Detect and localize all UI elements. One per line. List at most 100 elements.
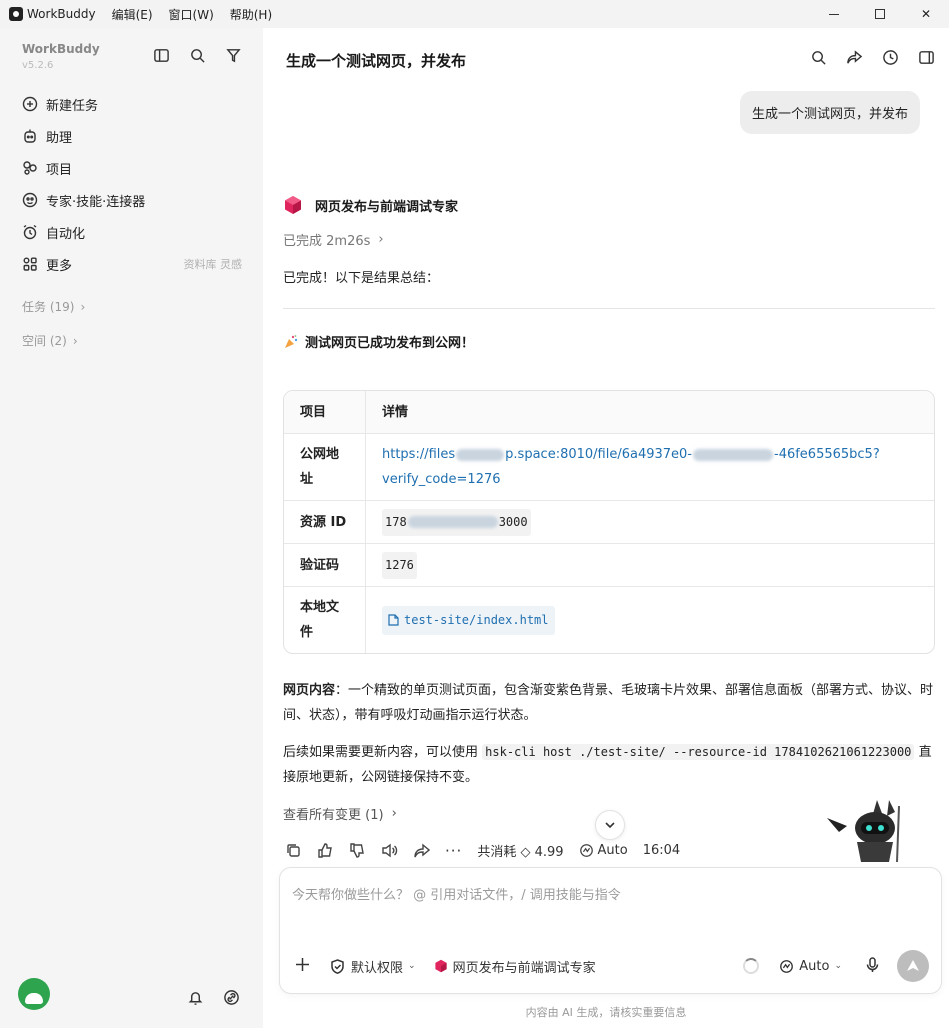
tasks-group[interactable]: 任务 (19) ›: [22, 298, 85, 315]
menu-help[interactable]: 帮助(H): [230, 6, 272, 23]
url-part: p.space:8010/file/6a4937e0-: [505, 447, 692, 462]
sidebar-item-label: 新建任务: [46, 98, 99, 114]
share-button[interactable]: [845, 48, 863, 66]
sidebar-item-label: 更多: [46, 258, 73, 274]
sidebar-item-automation[interactable]: 自动化: [22, 216, 242, 248]
link-button[interactable]: [222, 988, 240, 1006]
app-name: WorkBuddy: [27, 7, 96, 21]
party-popper-icon: [285, 334, 298, 348]
cli-command: hsk-cli host ./test-site/ --resource-id …: [482, 744, 915, 760]
scroll-to-bottom-button[interactable]: [595, 810, 625, 840]
success-heading: 测试网页已成功发布到公网！: [283, 332, 474, 351]
model-label: Auto: [597, 843, 628, 858]
sidebar-item-experts[interactable]: 专家·技能·连接器: [22, 184, 242, 216]
chevron-down-icon: ⌄: [408, 961, 416, 971]
panel-right-icon: [918, 50, 934, 64]
spaces-group[interactable]: 空间 (2) ›: [22, 332, 78, 349]
sidebar-item-projects[interactable]: 项目: [22, 152, 242, 184]
url-part: verify_code=1276: [382, 472, 501, 487]
title-bar: WorkBuddy 编辑(E) 窗口(W) 帮助(H) ✕: [0, 0, 949, 28]
maximize-button[interactable]: [857, 0, 903, 28]
history-button[interactable]: [881, 48, 899, 66]
loading-spinner-icon: [743, 958, 760, 974]
sidebar: WorkBuddy v5.2.6 新建任务 助理 项目 专家·技能·连接器 自动…: [0, 28, 263, 1028]
redacted-blur: [693, 448, 773, 461]
content-label: 网页内容: [283, 683, 336, 698]
avatar[interactable]: [18, 978, 50, 1010]
sidebar-item-assistant[interactable]: 助理: [22, 120, 242, 152]
view-changes-link[interactable]: 查看所有变更 (1) ›: [283, 804, 397, 823]
chevron-right-icon: ›: [80, 299, 86, 314]
permission-dropdown[interactable]: 默认权限 ⌄: [329, 957, 416, 976]
agent-header: 网页发布与前端调试专家: [283, 195, 458, 215]
app-logo-icon: [9, 7, 23, 21]
filter-button[interactable]: [224, 46, 242, 64]
search-conversation-button[interactable]: [809, 48, 827, 66]
menu-edit[interactable]: 编辑(E): [112, 6, 153, 23]
table-key: 资源 ID: [284, 501, 366, 543]
close-window-button[interactable]: ✕: [903, 0, 949, 28]
local-file-link[interactable]: test-site/index.html: [382, 605, 555, 635]
share-icon[interactable]: [413, 842, 430, 859]
model-dropdown-label: Auto: [799, 958, 830, 974]
main-panel: 生成一个测试网页，并发布 生成一个测试网页，并发布 网页发布与前端调试专家 已完…: [263, 28, 949, 1028]
minimize-button[interactable]: [811, 0, 857, 28]
sidebar-item-new-task[interactable]: 新建任务: [22, 88, 242, 120]
message-actions: ··· 共消耗 ◇ 4.99 Auto 16:04: [285, 841, 680, 860]
composer-placeholder: 今天帮你做些什么？ @ 引用对话文件，/ 调用技能与指令: [292, 888, 621, 903]
chevron-right-icon: ›: [72, 333, 78, 348]
table-header-item: 项目: [284, 391, 366, 433]
table-row: 本地文件 test-site/index.html: [284, 586, 934, 653]
composer-toolbar: 默认权限 ⌄ 网页发布与前端调试专家 Auto ⌄: [294, 950, 929, 982]
menu-window[interactable]: 窗口(W): [169, 6, 214, 23]
usage-label: 共消耗 ◇ 4.99: [477, 845, 564, 860]
content-paragraph: 网页内容：一个精致的单页测试页面，包含渐变紫色背景、毛玻璃卡片效果、部署信息面板…: [283, 678, 938, 728]
alarm-icon: [23, 224, 37, 240]
mascot-image: [827, 800, 900, 863]
message-composer[interactable]: 今天帮你做些什么？ @ 引用对话文件，/ 调用技能与指令 默认权限 ⌄ 网页发布…: [279, 867, 942, 994]
agent-cube-icon: [285, 196, 301, 214]
filter-icon: [225, 48, 241, 62]
spaces-group-label: 空间 (2): [22, 334, 67, 348]
table-key: 公网地址: [284, 434, 366, 500]
model-dropdown[interactable]: Auto ⌄: [779, 959, 842, 974]
agent-selector[interactable]: 网页发布与前端调试专家: [434, 957, 596, 976]
sidebar-item-more[interactable]: 更多 资料库 灵感: [22, 248, 242, 280]
expert-icon: [22, 192, 38, 208]
page-title: 生成一个测试网页，并发布: [286, 52, 467, 70]
chevron-right-icon: ›: [391, 806, 397, 821]
model-indicator: Auto: [579, 843, 628, 858]
redacted-blur: [407, 516, 498, 528]
more-options-icon[interactable]: ···: [445, 842, 462, 860]
url-part: https://files: [382, 447, 456, 462]
toggle-sidebar-button[interactable]: [152, 46, 170, 64]
microphone-icon: [866, 956, 879, 972]
agent-cube-icon: [434, 959, 447, 973]
thumbs-up-icon[interactable]: [317, 842, 334, 859]
table-row: 验证码 1276: [284, 543, 934, 586]
table-value: 1276: [366, 544, 934, 586]
grid-icon: [23, 257, 37, 271]
public-url-link[interactable]: https://files p.space:8010/file/6a4937e0-…: [382, 447, 880, 487]
window-controls: ✕: [811, 0, 949, 28]
sidebar-item-label: 项目: [46, 162, 73, 178]
search-button[interactable]: [188, 46, 206, 64]
completion-status[interactable]: 已完成 2m26s ›: [283, 230, 384, 249]
agent-selector-label: 网页发布与前端调试专家: [452, 960, 596, 976]
tasks-group-label: 任务 (19): [22, 300, 75, 314]
speaker-icon[interactable]: [381, 842, 398, 859]
add-attachment-button[interactable]: [294, 956, 311, 977]
toggle-panel-button[interactable]: [917, 48, 935, 66]
clock-icon: [882, 49, 898, 65]
thumbs-down-icon[interactable]: [349, 842, 366, 859]
sidebar-item-label: 自动化: [46, 226, 86, 242]
voice-input-button[interactable]: [864, 956, 881, 977]
agent-name: 网页发布与前端调试专家: [315, 199, 459, 215]
arrow-up-icon: [907, 960, 919, 971]
send-button[interactable]: [897, 950, 929, 982]
shield-check-icon: [331, 958, 344, 974]
copy-icon[interactable]: [285, 842, 302, 859]
chevron-right-icon: ›: [378, 232, 384, 247]
search-icon: [190, 48, 205, 63]
notifications-button[interactable]: [186, 988, 204, 1006]
